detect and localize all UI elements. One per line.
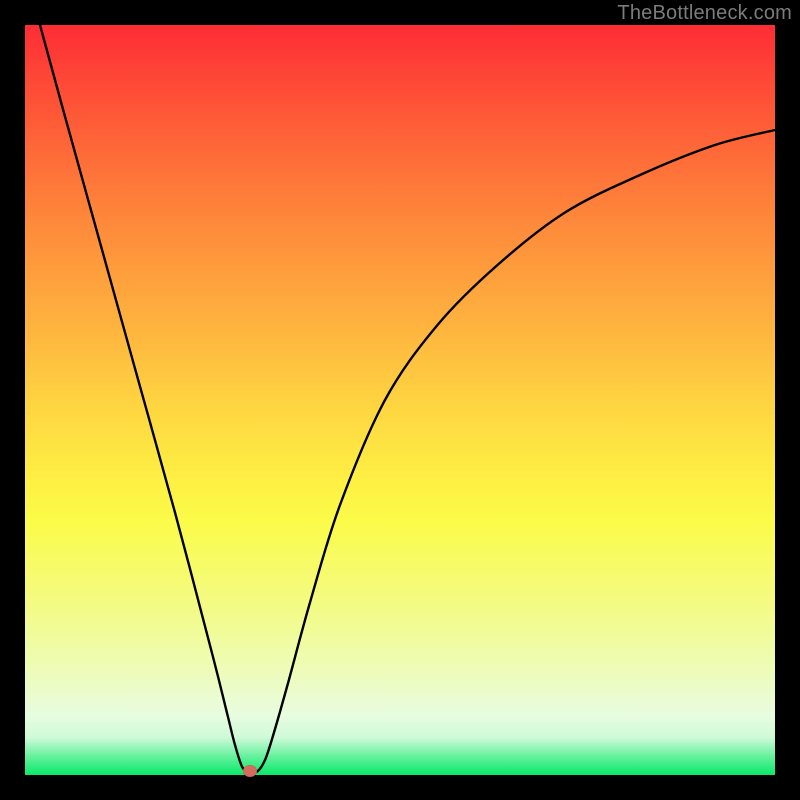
curve-path bbox=[40, 25, 775, 772]
bottleneck-curve bbox=[25, 25, 775, 775]
optimal-point-marker bbox=[243, 765, 257, 777]
plot-area bbox=[25, 25, 775, 775]
watermark-text: TheBottleneck.com bbox=[617, 2, 792, 25]
chart-frame: TheBottleneck.com bbox=[0, 0, 800, 800]
